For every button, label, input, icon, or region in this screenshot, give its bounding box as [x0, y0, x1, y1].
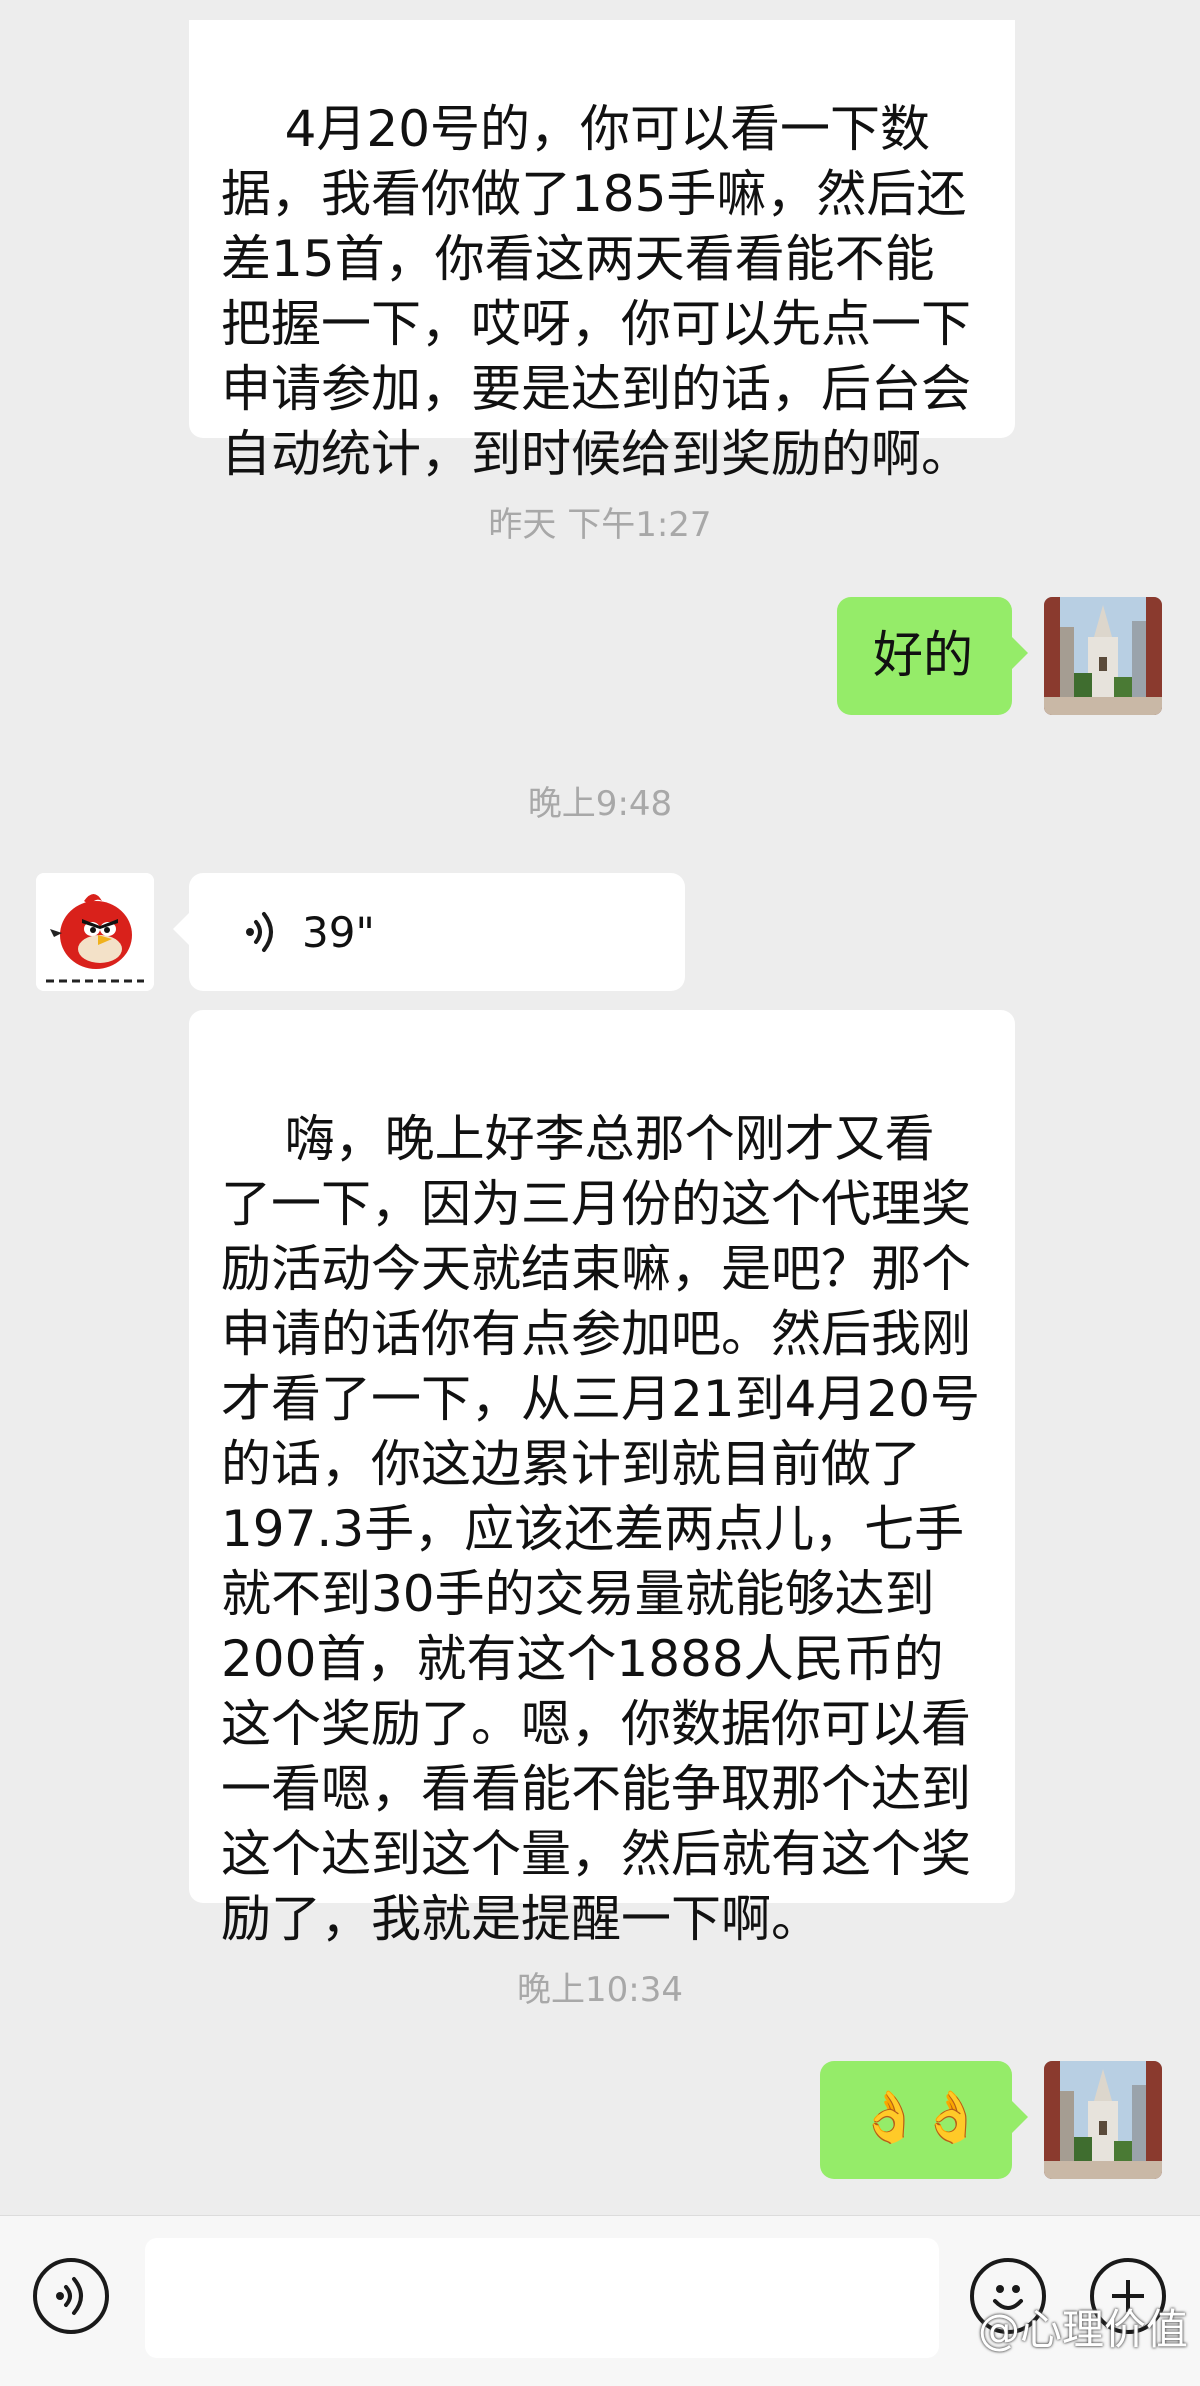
user-avatar[interactable] [1044, 597, 1162, 715]
emoji-message-bubble[interactable]: 👌👌 [820, 2061, 1028, 2179]
church-photo [1044, 2061, 1162, 2179]
timestamp: 昨天 下午1:27 [488, 505, 712, 545]
timestamp: 晚上9:48 [527, 784, 673, 824]
input-bar: @心理价值 [0, 2215, 1200, 2386]
chat-area[interactable]: 4月20号的，你可以看一下数据，我看你做了185手嘛，然后还差15首，你看这两天… [0, 0, 1200, 2215]
church-photo [1044, 597, 1162, 715]
voice-input-button[interactable] [33, 2258, 109, 2334]
contact-avatar[interactable] [36, 873, 154, 991]
red-bird-icon [36, 873, 154, 991]
message-bubble-sent[interactable]: 好的 [837, 597, 1028, 715]
user-avatar[interactable] [1044, 2061, 1162, 2179]
message-text: 4月20号的，你可以看一下数据，我看你做了185手嘛，然后还差15首，你看这两天… [221, 100, 971, 483]
voice-duration: 39" [302, 907, 375, 957]
message-bubble-received[interactable]: 嗨，晚上好李总那个刚才又看了一下，因为三月份的这个代理奖励活动今天就结束嘛，是吧… [189, 1010, 1015, 1948]
watermark: @心理价值 [977, 2305, 1188, 2354]
message-input[interactable] [145, 2238, 939, 2358]
message-text: 好的 [873, 626, 973, 684]
voice-message-bubble[interactable]: 39" [173, 873, 685, 991]
voice-icon [56, 2277, 83, 2315]
message-bubble-received[interactable]: 4月20号的，你可以看一下数据，我看你做了185手嘛，然后还差15首，你看这两天… [189, 20, 1015, 483]
voice-wave-icon [246, 912, 273, 952]
emoji-content: 👌👌 [858, 2088, 983, 2146]
message-text: 嗨，晚上好李总那个刚才又看了一下，因为三月份的这个代理奖励活动今天就结束嘛，是吧… [221, 1110, 981, 1948]
timestamp: 晚上10:34 [517, 1970, 683, 2010]
